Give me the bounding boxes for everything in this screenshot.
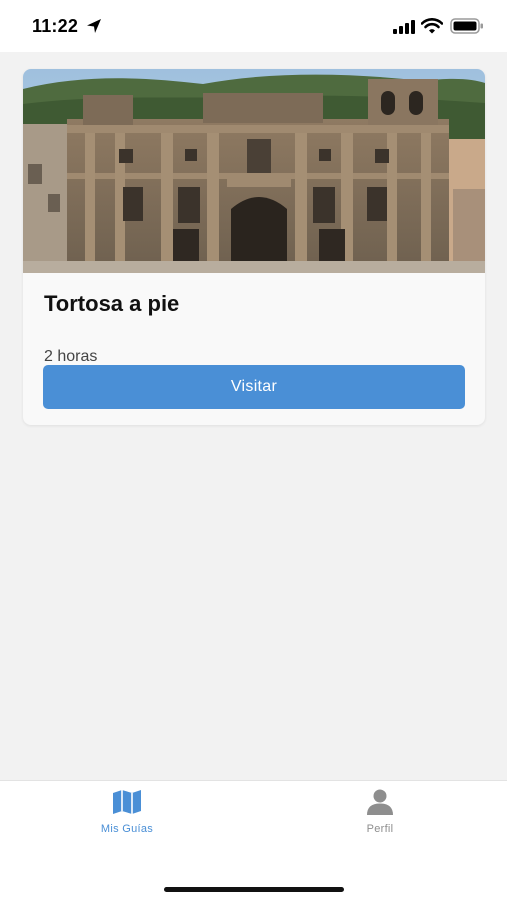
person-icon (367, 789, 393, 815)
guide-title: Tortosa a pie (44, 291, 180, 316)
cathedral-facade-photo (23, 69, 485, 273)
tab-my-guides-label: Mis Guías (100, 823, 154, 835)
wifi-icon (421, 18, 443, 34)
visit-button[interactable]: Visitar (43, 365, 465, 409)
tab-profile-label: Perfil (366, 823, 394, 835)
map-icon (113, 790, 141, 814)
guide-card[interactable]: Tortosa a pie 2 horas Visitar (23, 69, 485, 425)
battery-icon (450, 18, 483, 34)
location-arrow-icon (87, 19, 101, 33)
status-bar: 11:22 (0, 0, 507, 52)
tab-bar: Mis Guías Perfil (0, 780, 507, 900)
cellular-signal-icon (393, 20, 415, 34)
guide-duration: 2 horas (44, 348, 98, 365)
status-time: 11:22 (32, 16, 79, 36)
tab-my-guides[interactable]: Mis Guías (47, 781, 207, 841)
guides-list: Tortosa a pie 2 horas Visitar (0, 52, 507, 780)
home-indicator (164, 887, 344, 892)
tab-profile[interactable]: Perfil (300, 781, 460, 841)
